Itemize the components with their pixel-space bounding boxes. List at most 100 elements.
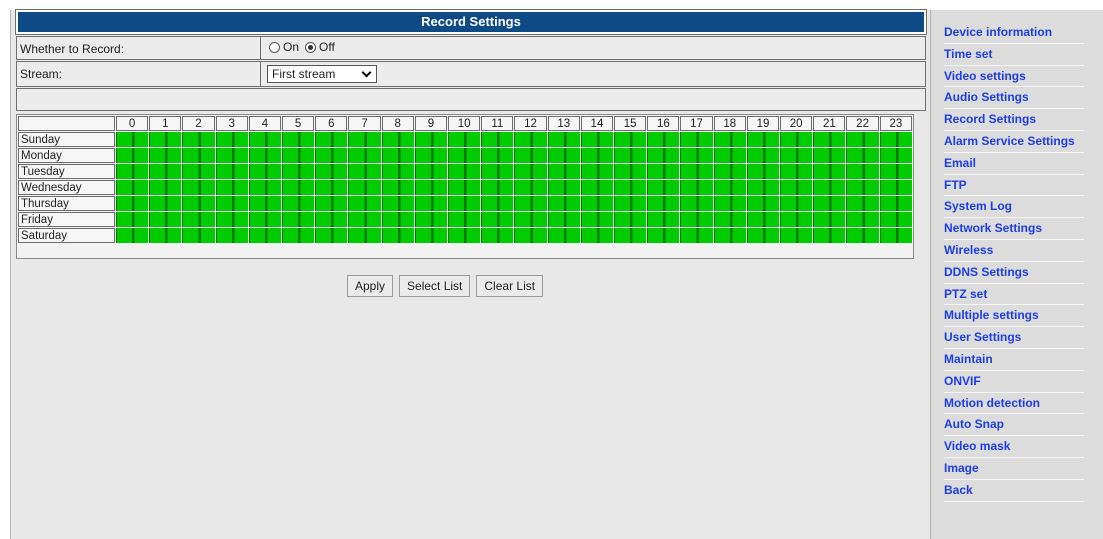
hour-header-3[interactable]: 3 (215, 116, 248, 131)
apply-button[interactable]: Apply (347, 275, 394, 297)
hour-header-10[interactable]: 10 (448, 116, 481, 131)
schedule-cell[interactable] (215, 228, 248, 243)
schedule-cell[interactable] (348, 148, 381, 163)
schedule-cell[interactable] (116, 212, 149, 227)
schedule-cell[interactable] (846, 228, 879, 243)
schedule-cell[interactable] (647, 148, 680, 163)
schedule-cell[interactable] (149, 228, 182, 243)
schedule-cell[interactable] (746, 164, 780, 179)
sidebar-item-back[interactable]: Back (944, 480, 1084, 502)
sidebar-item-onvif[interactable]: ONVIF (944, 371, 1084, 393)
schedule-cell[interactable] (514, 148, 547, 163)
schedule-cell[interactable] (282, 196, 315, 211)
schedule-cell[interactable] (614, 212, 647, 227)
schedule-cell[interactable] (780, 228, 813, 243)
schedule-cell[interactable] (282, 164, 315, 179)
schedule-cell[interactable] (680, 148, 713, 163)
schedule-cell[interactable] (746, 132, 780, 147)
sidebar-item-video-mask[interactable]: Video mask (944, 436, 1084, 458)
schedule-cell[interactable] (813, 132, 846, 147)
schedule-cell[interactable] (780, 196, 813, 211)
schedule-cell[interactable] (580, 212, 614, 227)
schedule-cell[interactable] (514, 164, 547, 179)
schedule-cell[interactable] (381, 212, 414, 227)
hour-header-0[interactable]: 0 (116, 116, 149, 131)
schedule-cell[interactable] (149, 148, 182, 163)
schedule-cell[interactable] (182, 196, 215, 211)
schedule-cell[interactable] (547, 196, 580, 211)
sidebar-item-image[interactable]: Image (944, 458, 1084, 480)
day-label-monday[interactable]: Monday (18, 148, 115, 163)
schedule-cell[interactable] (879, 196, 912, 211)
record-on-radio[interactable] (269, 41, 280, 53)
hour-header-23[interactable]: 23 (879, 116, 912, 131)
schedule-cell[interactable] (780, 148, 813, 163)
schedule-cell[interactable] (116, 228, 149, 243)
hour-header-11[interactable]: 11 (481, 116, 514, 131)
schedule-cell[interactable] (647, 196, 680, 211)
schedule-cell[interactable] (514, 228, 547, 243)
schedule-cell[interactable] (514, 180, 547, 195)
schedule-cell[interactable] (381, 180, 414, 195)
schedule-cell[interactable] (713, 212, 746, 227)
schedule-cell[interactable] (746, 212, 780, 227)
schedule-cell[interactable] (813, 164, 846, 179)
schedule-cell[interactable] (879, 180, 912, 195)
schedule-cell[interactable] (680, 164, 713, 179)
sidebar-item-maintain[interactable]: Maintain (944, 349, 1084, 371)
sidebar-item-video-settings[interactable]: Video settings (944, 66, 1084, 88)
schedule-cell[interactable] (879, 164, 912, 179)
schedule-cell[interactable] (414, 212, 448, 227)
schedule-cell[interactable] (846, 196, 879, 211)
sidebar-item-wireless[interactable]: Wireless (944, 240, 1084, 262)
record-off-radio[interactable] (305, 41, 317, 53)
sidebar-item-system-log[interactable]: System Log (944, 196, 1084, 219)
schedule-cell[interactable] (215, 164, 248, 179)
schedule-cell[interactable] (481, 132, 514, 147)
sidebar-item-auto-snap[interactable]: Auto Snap (944, 414, 1084, 437)
hour-header-16[interactable]: 16 (647, 116, 680, 131)
schedule-cell[interactable] (879, 132, 912, 147)
hour-header-15[interactable]: 15 (614, 116, 647, 131)
schedule-cell[interactable] (647, 164, 680, 179)
schedule-cell[interactable] (248, 196, 282, 211)
hour-header-2[interactable]: 2 (182, 116, 215, 131)
schedule-cell[interactable] (149, 164, 182, 179)
schedule-cell[interactable] (713, 180, 746, 195)
schedule-cell[interactable] (282, 180, 315, 195)
schedule-cell[interactable] (713, 132, 746, 147)
schedule-cell[interactable] (614, 228, 647, 243)
schedule-cell[interactable] (713, 164, 746, 179)
schedule-cell[interactable] (116, 148, 149, 163)
schedule-cell[interactable] (448, 196, 481, 211)
sidebar-item-audio-settings[interactable]: Audio Settings (944, 87, 1084, 110)
schedule-cell[interactable] (547, 148, 580, 163)
sidebar-item-motion-detection[interactable]: Motion detection (944, 393, 1084, 415)
schedule-cell[interactable] (448, 212, 481, 227)
schedule-cell[interactable] (813, 148, 846, 163)
schedule-cell[interactable] (149, 196, 182, 211)
hour-header-6[interactable]: 6 (315, 116, 348, 131)
schedule-cell[interactable] (547, 180, 580, 195)
schedule-cell[interactable] (381, 148, 414, 163)
schedule-cell[interactable] (780, 212, 813, 227)
schedule-cell[interactable] (580, 132, 614, 147)
schedule-cell[interactable] (813, 212, 846, 227)
schedule-cell[interactable] (282, 212, 315, 227)
schedule-cell[interactable] (680, 212, 713, 227)
schedule-cell[interactable] (780, 132, 813, 147)
schedule-cell[interactable] (315, 164, 348, 179)
schedule-cell[interactable] (580, 164, 614, 179)
select-list-button[interactable]: Select List (399, 275, 471, 297)
schedule-cell[interactable] (614, 164, 647, 179)
schedule-cell[interactable] (248, 148, 282, 163)
hour-header-8[interactable]: 8 (381, 116, 414, 131)
clear-list-button[interactable]: Clear List (476, 275, 544, 297)
hour-header-22[interactable]: 22 (846, 116, 879, 131)
schedule-cell[interactable] (481, 148, 514, 163)
schedule-cell[interactable] (315, 228, 348, 243)
schedule-cell[interactable] (813, 228, 846, 243)
schedule-cell[interactable] (746, 196, 780, 211)
schedule-cell[interactable] (116, 196, 149, 211)
schedule-cell[interactable] (448, 228, 481, 243)
